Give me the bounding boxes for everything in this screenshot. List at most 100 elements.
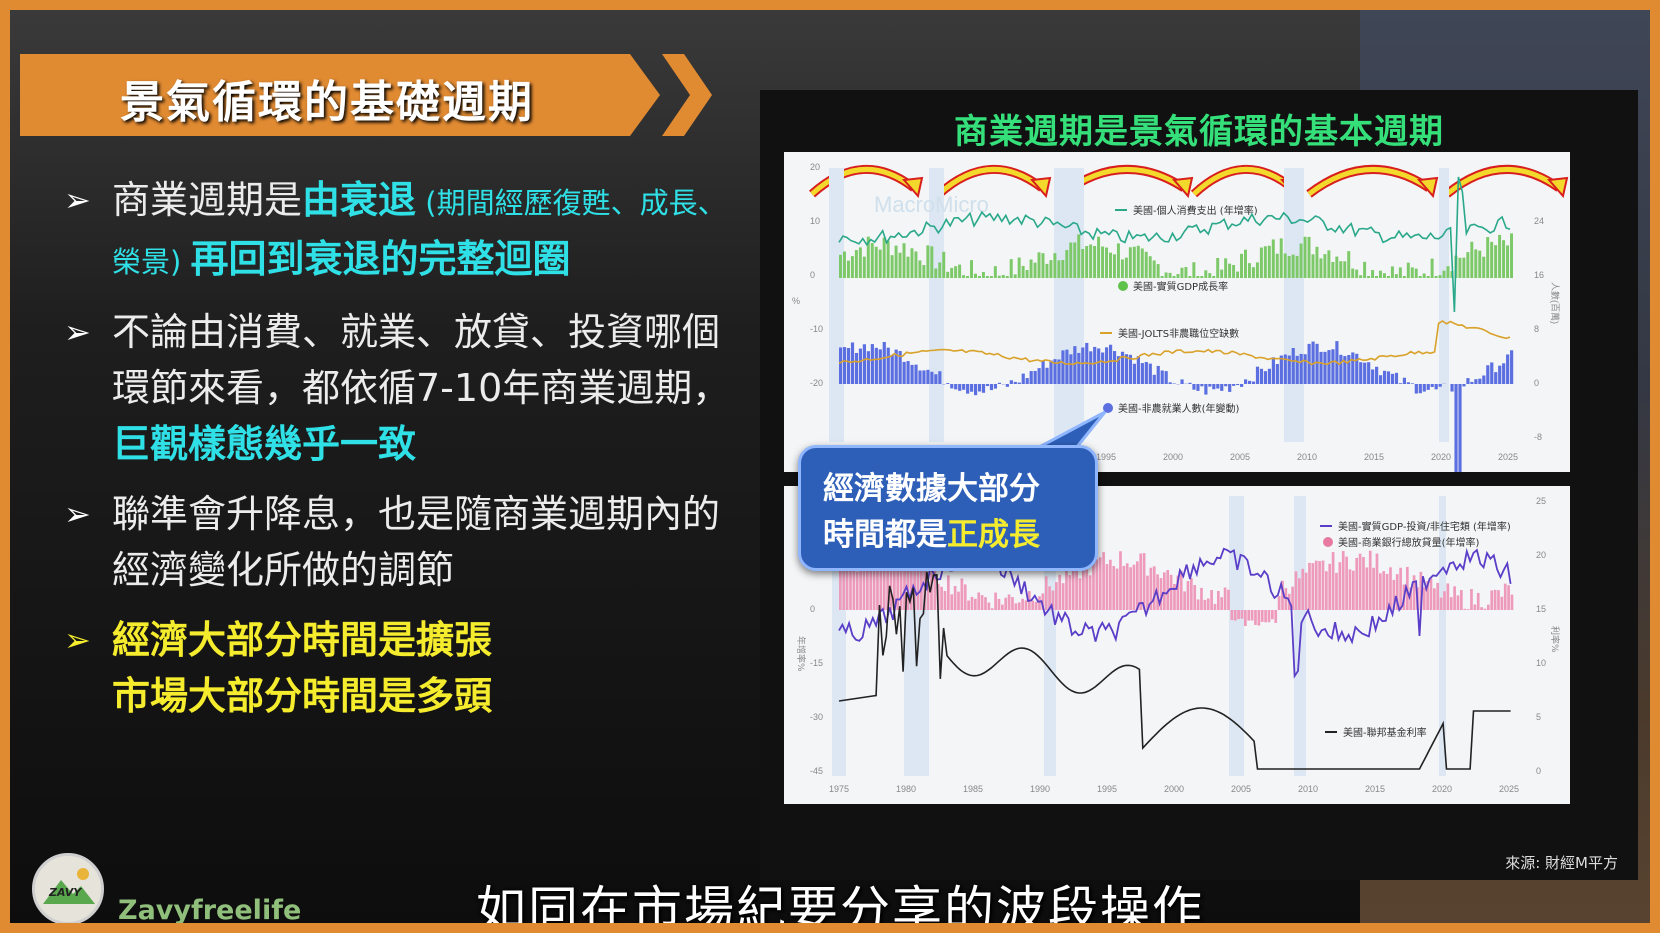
nonfarm-bar: [1244, 379, 1248, 384]
nonfarm-bar: [1398, 383, 1403, 384]
gdp-bar: [1085, 245, 1089, 278]
gdp-bar: [1049, 260, 1053, 278]
gdp-bar: [1136, 245, 1140, 278]
loan-bar: [1429, 578, 1433, 610]
x-tick-label: 2015: [1365, 784, 1385, 794]
gdp-bar: [1176, 274, 1180, 278]
loan-bar: [1325, 571, 1328, 610]
nonfarm-bar: [866, 351, 870, 384]
gdp-bar: [1363, 261, 1367, 278]
loan-bar: [1412, 575, 1416, 610]
nonfarm-bar: [1363, 362, 1367, 384]
x-tick-label: 2005: [1231, 784, 1251, 794]
loan-bar: [1510, 594, 1514, 610]
nonfarm-bar: [902, 361, 906, 384]
loan-bar: [1058, 574, 1062, 610]
nonfarm-bar: [934, 374, 938, 384]
y-tick-label: 10: [810, 216, 820, 226]
loan-bar: [1004, 597, 1008, 610]
legend-label: 美國-實質GDP成長率: [1133, 280, 1228, 293]
gdp-bar: [1200, 276, 1204, 278]
loan-bar: [943, 591, 947, 610]
nonfarm-bar: [1112, 351, 1117, 384]
bullet-item: ➢ 商業週期是由衰退 (期間經歷復甦、成長、榮景) 再回到衰退的完整迴圈: [62, 172, 742, 290]
gdp-bar: [1089, 244, 1093, 278]
loan-bar: [1473, 604, 1477, 610]
nonfarm-bar: [1498, 365, 1502, 384]
chart-watermark: MacroMicro: [874, 192, 989, 217]
loan-bar: [1497, 590, 1500, 610]
nonfarm-bar: [1355, 353, 1359, 384]
nonfarm-bar: [918, 370, 922, 384]
loan-bar: [1470, 588, 1473, 610]
gdp-bar: [1041, 253, 1045, 278]
nonfarm-bar: [1327, 350, 1331, 384]
nonfarm-bar: [1414, 384, 1418, 394]
recession-band: [1229, 496, 1244, 776]
gdp-bar: [894, 245, 898, 278]
nonfarm-bar: [1295, 355, 1299, 384]
gdp-bar: [850, 256, 854, 278]
gdp-bar: [1232, 264, 1236, 278]
gdp-bar: [1470, 241, 1474, 278]
nonfarm-bar: [958, 384, 962, 391]
y-tick-label: -10: [810, 324, 823, 334]
loan-bar: [1183, 591, 1186, 610]
loan-bar: [1095, 559, 1099, 610]
loan-bar: [1061, 583, 1065, 610]
y-tick-label: 5: [1536, 712, 1541, 722]
gdp-bar: [902, 243, 906, 278]
nonfarm-bar: [1291, 347, 1295, 384]
nonfarm-bar: [1160, 370, 1164, 384]
x-tick-label: 1980: [896, 784, 916, 794]
nonfarm-bar: [1494, 372, 1498, 384]
gdp-bar: [1081, 248, 1085, 278]
loan-bar: [1490, 590, 1494, 610]
nonfarm-bar: [1386, 371, 1391, 384]
nonfarm-bar: [846, 348, 851, 384]
y-tick-label: 8: [1534, 324, 1539, 334]
nonfarm-bar: [1045, 367, 1049, 384]
gdp-bar: [1208, 273, 1212, 278]
gdp-bar: [910, 248, 914, 278]
loan-bar: [1065, 565, 1068, 610]
gdp-bar: [1462, 257, 1466, 278]
loan-bar: [1372, 567, 1375, 610]
gdp-bar: [1394, 274, 1398, 278]
nonfarm-bar: [1168, 382, 1172, 384]
loan-bar: [1132, 564, 1136, 610]
loan-bar: [1244, 610, 1247, 627]
nonfarm-bar: [1371, 369, 1375, 384]
gdp-bar: [1303, 236, 1307, 278]
gdp-bar: [1359, 275, 1363, 278]
loan-bar: [990, 608, 994, 610]
nonfarm-bar: [962, 384, 966, 390]
y-tick-label: 10: [1536, 658, 1546, 668]
gdp-bar: [1168, 272, 1172, 278]
nonfarm-bar: [1438, 384, 1442, 387]
gdp-bar: [1255, 262, 1259, 278]
legend-label: 美國-聯邦基金利率: [1343, 726, 1427, 739]
nonfarm-bar: [1450, 384, 1454, 392]
gdp-bar: [1382, 273, 1386, 278]
loan-bar: [1483, 608, 1487, 610]
nonfarm-bar: [1180, 379, 1184, 384]
loan-bar: [1122, 565, 1126, 610]
gdp-bar: [1331, 262, 1335, 278]
loan-bar: [1038, 596, 1041, 610]
loan-bar: [1011, 597, 1014, 610]
loan-bar: [896, 566, 900, 610]
gdp-bar: [993, 266, 997, 278]
loan-bar: [1257, 610, 1261, 626]
gdp-bar: [1073, 242, 1077, 278]
nonfarm-bar: [1188, 382, 1192, 384]
y-tick-label: 16: [1534, 270, 1544, 280]
loan-bar: [1139, 553, 1143, 610]
nonfarm-bar: [858, 348, 863, 384]
gdp-bar: [942, 251, 946, 278]
nonfarm-bar: [910, 364, 914, 384]
loan-bar: [1500, 596, 1504, 610]
gdp-bar: [1005, 276, 1009, 278]
nonfarm-bar: [1200, 384, 1204, 387]
loan-bar: [1109, 559, 1112, 610]
